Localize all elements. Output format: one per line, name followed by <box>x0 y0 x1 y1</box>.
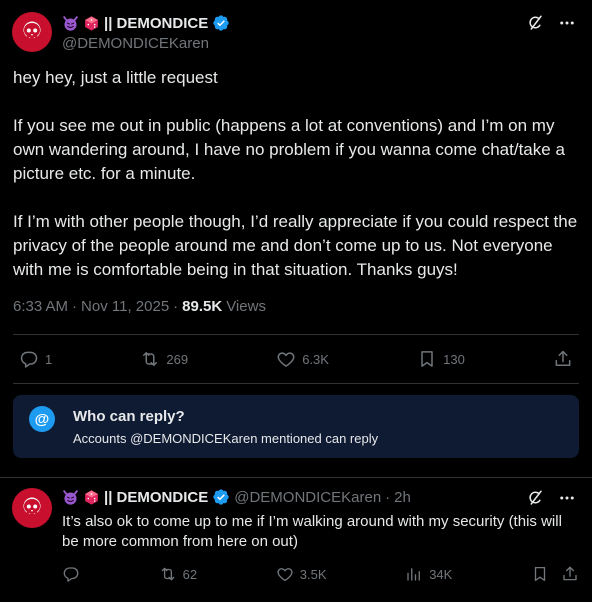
who-can-reply-title: Who can reply? <box>73 408 185 425</box>
reply-tweet[interactable]: || DEMONDICE @DEMONDICEKaren · 2h It’s a… <box>0 478 592 602</box>
like-button[interactable]: 6.3K <box>276 349 329 369</box>
display-name[interactable]: || DEMONDICE <box>104 489 208 506</box>
tweet-top-actions <box>526 489 576 507</box>
repost-button[interactable]: 62 <box>159 565 197 583</box>
bookmark-share-group <box>531 565 579 583</box>
repost-count: 269 <box>166 351 189 367</box>
like-count: 6.3K <box>302 351 329 367</box>
more-icon[interactable] <box>558 489 576 507</box>
smiling-devil-emoji-icon <box>62 15 79 32</box>
views-icon <box>405 565 423 583</box>
skull-logo-icon <box>20 20 44 44</box>
tweet-action-bar: 62 3.5K 34K <box>62 564 579 584</box>
verified-badge-icon[interactable] <box>212 488 230 506</box>
share-button[interactable] <box>553 349 573 369</box>
reply-icon <box>62 565 80 583</box>
author-handle[interactable]: @DEMONDICEKaren <box>234 489 381 506</box>
views-button[interactable]: 34K <box>405 565 452 583</box>
grok-icon[interactable] <box>526 489 544 507</box>
meta-separator: · <box>173 298 179 315</box>
tweet-text: hey hey, just a little request If you se… <box>13 68 578 279</box>
bookmark-button[interactable]: 130 <box>417 349 465 369</box>
author-name-row[interactable]: || DEMONDICE @DEMONDICEKaren · 2h <box>62 488 411 506</box>
author-name-row[interactable]: || DEMONDICE <box>62 14 230 32</box>
views-count: 89.5K <box>182 298 223 315</box>
display-name[interactable]: || DEMONDICE <box>104 15 208 32</box>
smiling-devil-emoji-icon <box>62 489 79 506</box>
views-count: 34K <box>429 566 453 582</box>
tweet-meta: 6:33 AM · Nov 11, 2025 · 89.5K Views <box>13 298 266 315</box>
who-can-reply-banner: @ Who can reply? Accounts @DEMONDICEKare… <box>13 395 579 458</box>
meta-separator: · <box>385 488 391 506</box>
share-icon <box>561 565 579 583</box>
at-icon: @ <box>29 406 55 432</box>
share-button[interactable] <box>561 565 579 583</box>
like-icon <box>276 349 296 369</box>
meta-separator: · <box>72 298 78 315</box>
reply-button[interactable]: 1 <box>19 349 52 369</box>
tweet-top-actions <box>526 14 576 32</box>
bookmark-count: 130 <box>443 351 465 367</box>
author-handle[interactable]: @DEMONDICEKaren <box>62 35 209 52</box>
repost-icon <box>159 565 177 583</box>
repost-count: 62 <box>182 566 198 582</box>
skull-logo-icon <box>20 496 44 520</box>
verified-badge-icon[interactable] <box>212 14 230 32</box>
red-die-emoji-icon <box>83 15 100 32</box>
reply-icon <box>19 349 39 369</box>
reply-button[interactable] <box>62 565 80 583</box>
divider <box>13 383 579 384</box>
tweet-time[interactable]: 6:33 AM <box>13 298 68 315</box>
who-can-reply-subtitle: Accounts @DEMONDICEKaren mentioned can r… <box>73 431 379 446</box>
bookmark-icon <box>531 565 549 583</box>
repost-icon <box>140 349 160 369</box>
like-icon <box>276 565 294 583</box>
reply-text: It’s also ok to come up to me if I’m wal… <box>62 513 562 550</box>
main-tweet: || DEMONDICE @DEMONDICEKaren hey hey, ju… <box>0 0 592 478</box>
repost-button[interactable]: 269 <box>140 349 188 369</box>
like-count: 3.5K <box>299 566 327 582</box>
bookmark-icon <box>417 349 437 369</box>
reply-count: 1 <box>45 351 53 367</box>
like-button[interactable]: 3.5K <box>276 565 327 583</box>
red-die-emoji-icon <box>83 489 100 506</box>
reply-time-ago[interactable]: 2h <box>394 489 411 506</box>
avatar[interactable] <box>12 12 52 52</box>
divider <box>13 334 579 335</box>
tweet-date[interactable]: Nov 11, 2025 <box>81 298 169 315</box>
more-icon[interactable] <box>558 14 576 32</box>
bookmark-button[interactable] <box>531 565 549 583</box>
share-icon <box>553 349 573 369</box>
views-label: Views <box>226 298 266 315</box>
tweet-action-bar: 1 269 6.3K 130 <box>13 348 579 370</box>
avatar[interactable] <box>12 488 52 528</box>
grok-icon[interactable] <box>526 14 544 32</box>
